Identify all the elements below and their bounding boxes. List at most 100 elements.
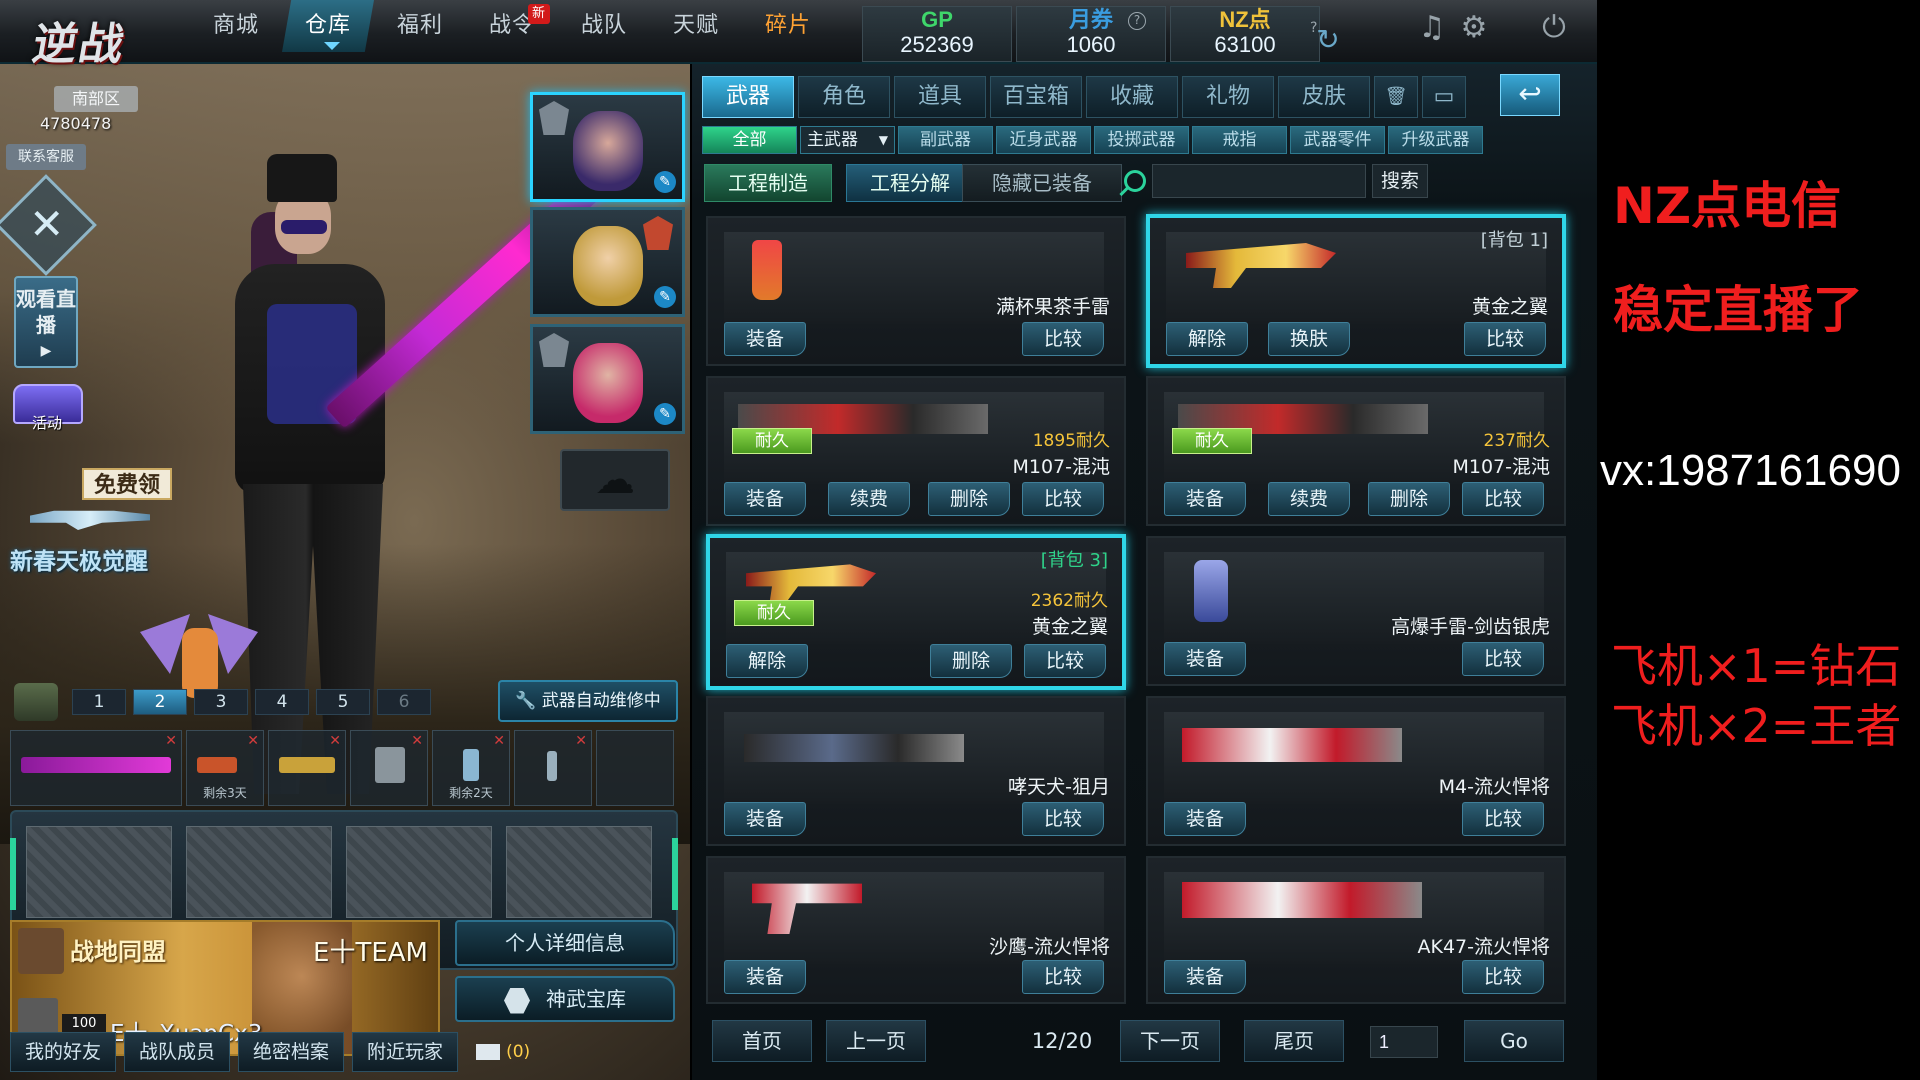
armor-slot-1[interactable] [26,826,172,918]
page-number-input[interactable] [1370,1026,1438,1058]
wrench-icon[interactable]: ✎ [654,171,676,193]
item-card[interactable]: 满杯果茶手雷 装备 比较 [706,216,1126,366]
compare-button[interactable]: 比较 [1462,482,1544,516]
equip-button[interactable]: 装备 [1164,802,1246,836]
close-icon[interactable]: ✕ [411,733,423,749]
subtab-melee[interactable]: 近身武器 [996,126,1091,154]
nav-talent[interactable]: 天赋 [650,0,742,52]
watch-live-button[interactable]: 观看直播 ▶ [14,276,78,368]
nav-team[interactable]: 战队 [558,0,650,52]
nav-warehouse[interactable]: 仓库 [282,0,374,52]
prev-page-button[interactable]: 上一页 [826,1020,926,1062]
go-button[interactable]: Go [1464,1020,1564,1062]
secret-file-button[interactable]: 绝密档案 [238,1032,345,1072]
tab-gifts[interactable]: 礼物 [1182,76,1274,118]
armor-slot-2[interactable] [186,826,332,918]
close-icon[interactable]: ✕ [247,733,259,749]
screen-icon[interactable]: ▭ [1422,76,1466,118]
subtab-parts[interactable]: 武器零件 [1290,126,1385,154]
craft-button[interactable]: 工程制造 [704,164,832,202]
subtab-ring[interactable]: 戒指 [1192,126,1287,154]
wrench-icon[interactable]: ✎ [654,403,676,425]
compare-button[interactable]: 比较 [1022,802,1104,836]
compare-button[interactable]: 比较 [1462,802,1544,836]
first-page-button[interactable]: 首页 [712,1020,812,1062]
loadout-tab-6[interactable]: 6 [377,689,431,715]
unequip-button[interactable]: 解除 [1166,322,1248,356]
decompose-button[interactable]: 工程分解 [846,164,974,202]
nav-welfare[interactable]: 福利 [374,0,466,52]
item-card[interactable]: 哮天犬-狙月 装备 比较 [706,696,1126,846]
compare-button[interactable]: 比较 [1022,322,1104,356]
portrait-1[interactable]: ✎ [530,92,685,202]
close-icon[interactable]: ✕ [493,733,505,749]
compare-button[interactable]: 比较 [1022,960,1104,994]
cloud-button[interactable]: ☁ [560,449,670,511]
nav-mall[interactable]: 商城 [190,0,282,52]
compare-button[interactable]: 比较 [1022,482,1104,516]
loadout-tab-5[interactable]: 5 [316,689,370,715]
power-icon[interactable]: ⏻ [1532,6,1576,50]
weapon-slot-item[interactable]: ✕ [514,730,592,806]
tab-items[interactable]: 道具 [894,76,986,118]
unequip-button[interactable]: 解除 [726,644,808,678]
armor-slot-3[interactable] [346,826,492,918]
ticket-help-icon[interactable]: ? [1128,12,1146,30]
compare-button[interactable]: 比较 [1024,644,1106,678]
close-icon[interactable]: ✕ [165,733,177,749]
item-card[interactable]: 沙鹰-流火悍将 装备 比较 [706,856,1126,1004]
profile-details-button[interactable]: 个人详细信息 [455,920,675,966]
subtab-primary-select[interactable]: 主武器 ▼ [800,126,895,154]
trash-icon[interactable]: 🗑 [1374,76,1418,118]
equip-button[interactable]: 装备 [724,802,806,836]
back-icon[interactable]: ↩ [1500,74,1560,116]
subtab-all[interactable]: 全部 [702,126,797,154]
left-arrow[interactable] [10,838,16,910]
activity-button[interactable]: 活动 [8,384,88,440]
gear-icon[interactable]: ⚙ [1452,6,1496,50]
right-arrow[interactable] [672,838,678,910]
tab-characters[interactable]: 角色 [798,76,890,118]
equip-button[interactable]: 装备 [1164,960,1246,994]
loadout-tab-3[interactable]: 3 [194,689,248,715]
armory-button[interactable]: 神武宝库 [455,976,675,1022]
subtab-throwing[interactable]: 投掷武器 [1094,126,1189,154]
compare-button[interactable]: 比较 [1462,960,1544,994]
subtab-upgrade[interactable]: 升级武器 [1388,126,1483,154]
search-button[interactable]: 搜索 [1372,164,1428,198]
renew-button[interactable]: 续费 [1268,482,1350,516]
nav-fragments[interactable]: 碎片 [742,0,834,52]
item-card-equipped[interactable]: [背包 1] 黄金之翼 解除 换肤 比较 [1146,214,1566,368]
team-members-button[interactable]: 战队成员 [124,1032,231,1072]
item-card[interactable]: 耐久 1895耐久 M107-混沌 装备 续费 删除 比较 [706,376,1126,526]
change-skin-button[interactable]: 换肤 [1268,322,1350,356]
weapon-slot-empty[interactable] [596,730,674,806]
loadout-tab-2[interactable]: 2 [133,689,187,715]
event-title[interactable]: 新春天极觉醒 [10,542,148,576]
music-icon[interactable]: ♫ [1410,6,1454,50]
delete-button[interactable]: 删除 [1368,482,1450,516]
tab-treasure-box[interactable]: 百宝箱 [990,76,1082,118]
weapon-slot-grenade[interactable]: ✕ 剩余2天 [432,730,510,806]
refresh-icon[interactable]: ↻ [1306,18,1350,62]
friends-button[interactable]: 我的好友 [10,1032,117,1072]
equip-button[interactable]: 装备 [724,322,806,356]
weapon-slot-primary[interactable]: ✕ [10,730,182,806]
tab-weapons[interactable]: 武器 [702,76,794,118]
close-icon[interactable]: ✕ [329,733,341,749]
compare-button[interactable]: 比较 [1462,642,1544,676]
equip-button[interactable]: 装备 [1164,482,1246,516]
nav-battlepass[interactable]: 战令 新 [466,0,558,52]
nearby-players-button[interactable]: 附近玩家 [352,1032,459,1072]
portrait-2[interactable]: ✎ [530,207,685,317]
tab-skins[interactable]: 皮肤 [1278,76,1370,118]
delete-button[interactable]: 删除 [928,482,1010,516]
renew-button[interactable]: 续费 [828,482,910,516]
free-claim-tag[interactable]: 免费领 [82,468,172,500]
last-page-button[interactable]: 尾页 [1244,1020,1344,1062]
loadout-tab-1[interactable]: 1 [72,689,126,715]
equip-button[interactable]: 装备 [724,482,806,516]
hide-equipped-button[interactable]: 隐藏已装备 [962,164,1122,202]
equip-button[interactable]: 装备 [724,960,806,994]
wrench-icon[interactable]: ✎ [654,286,676,308]
